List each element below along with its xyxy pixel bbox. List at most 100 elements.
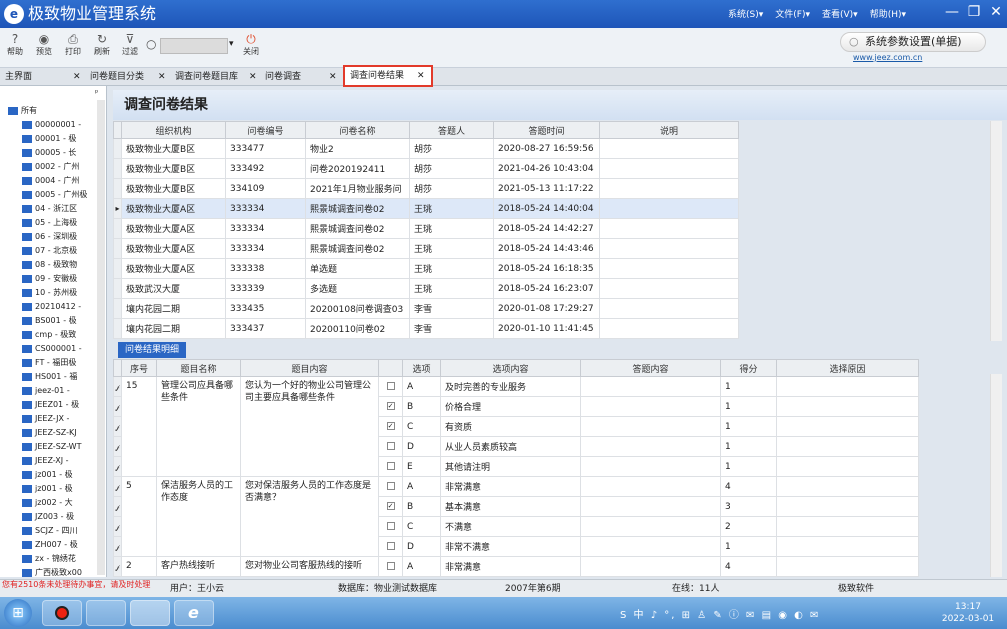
tree-item[interactable]: 04 - 浙江区	[22, 202, 77, 216]
table-cell[interactable]: 333492	[225, 158, 306, 179]
edit-marker-icon[interactable]: 𝒿	[113, 376, 122, 397]
col-answer-time[interactable]: 答题时间	[493, 121, 600, 139]
row-indicator[interactable]: ▸	[113, 198, 122, 219]
tree-item[interactable]: 05 - 上海极	[22, 216, 77, 230]
minimize-button[interactable]: —	[942, 4, 962, 20]
tree-item[interactable]: JEEZ-JX -	[22, 412, 69, 426]
table-cell[interactable]	[599, 158, 739, 179]
table-cell[interactable]: 2020-01-08 17:29:27	[493, 298, 600, 319]
taskbar-ie-icon[interactable]: e	[174, 600, 214, 626]
tree-item[interactable]: 0002 - 广州	[22, 160, 79, 174]
table-cell[interactable]: 壤内花园二期	[121, 298, 226, 319]
tree-item[interactable]: 00001 - 极	[22, 132, 76, 146]
tree-item[interactable]: 09 - 安徽极	[22, 272, 77, 286]
tree-item[interactable]: 00000001 -	[22, 118, 81, 132]
option-score[interactable]: 1	[720, 536, 777, 557]
col-notes[interactable]: 说明	[599, 121, 739, 139]
menu-help[interactable]: 帮助(H)▾	[870, 7, 906, 20]
option-reason[interactable]	[776, 516, 919, 537]
tab-survey-close-icon[interactable]: ✕	[329, 70, 337, 84]
table-cell[interactable]: 单选题	[305, 258, 410, 279]
taskbar-app-icon[interactable]	[130, 600, 170, 626]
option-text[interactable]: 非常满意	[440, 556, 581, 577]
close-tool-button[interactable]: ⏻ 关闭	[238, 32, 264, 57]
help-button[interactable]: ? 帮助	[2, 32, 28, 57]
option-opt[interactable]: A	[402, 476, 441, 497]
option-answer[interactable]	[580, 456, 721, 477]
option-opt[interactable]: E	[402, 456, 441, 477]
option-answer[interactable]	[580, 536, 721, 557]
option-opt[interactable]: B	[402, 396, 441, 417]
tree-item[interactable]: 广西极致x00	[22, 566, 82, 577]
option-answer[interactable]	[580, 416, 721, 437]
table-cell[interactable]: 李雪	[409, 318, 494, 339]
tab-main[interactable]: 主界面 ✕	[5, 70, 85, 85]
edit-marker-icon[interactable]: 𝒿	[113, 396, 122, 417]
option-text[interactable]: 其他请注明	[440, 456, 581, 477]
detail-row[interactable]: 𝒿 5 保洁服务人员的工作态度 您对保洁服务人员的工作态度是否满意？ A 非常满意 4	[113, 476, 919, 557]
option-checkbox[interactable]	[386, 442, 395, 450]
edit-marker-icon[interactable]: 𝒿	[113, 496, 122, 517]
option-score[interactable]: 4	[720, 556, 777, 577]
table-row[interactable]: 极致武汉大厦 333339 多选题 王珧 2018-05-24 16:23:07	[113, 278, 739, 299]
option-answer[interactable]	[580, 436, 721, 457]
option-reason[interactable]	[776, 396, 919, 417]
table-cell[interactable]: 熙景城调查问卷02	[305, 238, 410, 259]
clock[interactable]: 13:17 2022-03-01	[938, 601, 998, 625]
table-cell[interactable]: 333338	[225, 258, 306, 279]
tree-item[interactable]: 10 - 苏州极	[22, 286, 77, 300]
col-check[interactable]	[378, 359, 403, 377]
tab-question-bank[interactable]: 调查问卷题目库 ✕	[175, 70, 263, 85]
row-indicator[interactable]	[113, 318, 122, 339]
detail-row[interactable]: 𝒿 2 客户热线接听 您对物业公司客服热线的接听 A 非常满意 4	[113, 556, 919, 577]
table-cell[interactable]	[599, 178, 739, 199]
tree-item[interactable]: JEEZ01 - 极	[22, 398, 79, 412]
table-cell[interactable]	[599, 318, 739, 339]
tree-item[interactable]: jz001 - 极	[22, 468, 73, 482]
table-cell[interactable]: 20200108问卷调查03	[305, 298, 410, 319]
col-question-content[interactable]: 题目内容	[240, 359, 379, 377]
pin-icon[interactable]: ᵖ	[95, 88, 98, 97]
table-row[interactable]: 极致物业大厦B区 333477 物业2 胡莎 2020-08-27 16:59:56	[113, 138, 739, 159]
tree-item[interactable]: JEEZ-SZ-KJ	[22, 426, 77, 440]
option-text[interactable]: 及时完善的专业服务	[440, 376, 581, 397]
table-cell[interactable]	[599, 298, 739, 319]
taskbar-explorer-icon[interactable]	[86, 600, 126, 626]
question-content[interactable]: 您对物业公司客服热线的接听	[240, 556, 379, 577]
tree-item[interactable]: jz002 - 大	[22, 496, 73, 510]
option-answer[interactable]	[580, 396, 721, 417]
table-row[interactable]: 极致物业大厦A区 333334 熙景城调查问卷02 王珧 2018-05-24 14:4…	[113, 238, 739, 259]
option-reason[interactable]	[776, 556, 919, 577]
tree-item[interactable]: JEEZ-XJ -	[22, 454, 69, 468]
edit-marker-icon[interactable]: 𝒿	[113, 416, 122, 437]
print-button[interactable]: ⎙ 打印	[60, 32, 86, 57]
table-cell[interactable]: 333334	[225, 218, 306, 239]
col-answer-content[interactable]: 答题内容	[580, 359, 721, 377]
option-answer[interactable]	[580, 516, 721, 537]
detail-scrollbar[interactable]	[990, 374, 1002, 577]
option-text[interactable]: 价格合理	[440, 396, 581, 417]
option-checkbox[interactable]	[386, 562, 395, 570]
filter-button[interactable]: ⊽ 过滤	[117, 32, 143, 57]
option-score[interactable]: 3	[720, 496, 777, 517]
option-opt[interactable]: D	[402, 436, 441, 457]
table-cell[interactable]: 2018-05-24 16:23:07	[493, 278, 600, 299]
question-name[interactable]: 管理公司应具备哪些条件	[156, 376, 241, 477]
question-no[interactable]: 5	[121, 476, 157, 557]
table-cell[interactable]: 2018-05-24 14:40:04	[493, 198, 600, 219]
table-cell[interactable]: 极致物业大厦B区	[121, 158, 226, 179]
option-answer[interactable]	[580, 556, 721, 577]
table-cell[interactable]	[599, 258, 739, 279]
option-checkbox[interactable]	[386, 462, 395, 470]
option-opt[interactable]: C	[402, 416, 441, 437]
option-checkbox[interactable]: ✓	[386, 402, 395, 410]
table-cell[interactable]: 极致物业大厦B区	[121, 178, 226, 199]
table-cell[interactable]: 2018-05-24 16:18:35	[493, 258, 600, 279]
tree-item[interactable]: cmp - 极致	[22, 328, 76, 342]
option-opt[interactable]: D	[402, 536, 441, 557]
option-answer[interactable]	[580, 496, 721, 517]
row-indicator[interactable]	[113, 138, 122, 159]
tab-survey[interactable]: 问卷调查 ✕	[265, 70, 343, 85]
option-reason[interactable]	[776, 436, 919, 457]
table-cell[interactable]	[599, 218, 739, 239]
